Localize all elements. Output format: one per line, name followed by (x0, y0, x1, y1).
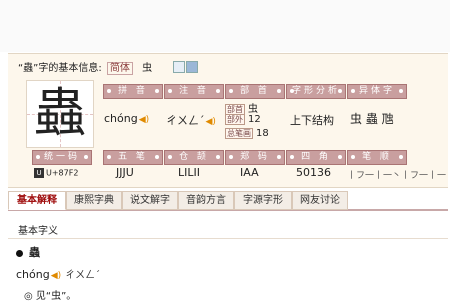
total-strokes-tag: 总笔画 (225, 128, 253, 139)
radical-row: 部首虫 (225, 100, 258, 115)
pinyin-text: chóng (104, 112, 138, 125)
print-icon[interactable] (173, 61, 185, 73)
bishun-header: 笔 顺 (347, 150, 407, 165)
bullet-icon (16, 249, 23, 257)
unicode-icon: U (34, 168, 44, 178)
tab-shuowen[interactable]: 说文解字 (122, 191, 178, 210)
strokes-outside-row: 部外 12 (225, 114, 261, 125)
page-top-area (0, 0, 450, 52)
entry-heading: 蟲 (16, 244, 40, 260)
info-title-text: “蟲”字的基本信息: (18, 63, 102, 74)
simplified-tag: 简体 (106, 62, 133, 75)
sijiao-value: 50136 (296, 166, 331, 179)
entry-zhuyin: ㄔㄨㄥˊ (65, 270, 101, 281)
bushou-header: 部 首 (225, 84, 285, 99)
zixing-header: 字形分析 (286, 84, 346, 99)
tab-etymology[interactable]: 字源字形 (234, 191, 292, 210)
entry-char: 蟲 (29, 246, 40, 259)
cangjie-value: LILII (178, 166, 200, 179)
unicode-value: U U+87F2 (34, 168, 78, 178)
share-icon[interactable] (186, 61, 198, 73)
tab-phonology[interactable]: 音韵方言 (178, 191, 234, 210)
variant-chars[interactable]: 虫 蟲 虺 (350, 110, 394, 127)
tab-basic[interactable]: 基本解释 (8, 191, 66, 210)
speaker-icon[interactable]: ◀) (51, 271, 61, 281)
pinyin-header: 拼 音 (103, 84, 163, 99)
info-title: “蟲”字的基本信息: 简体 虫 (18, 59, 152, 75)
total-strokes-value: 18 (256, 128, 269, 139)
unicode-text: U+87F2 (46, 168, 79, 178)
zhengma-header: 郑 码 (225, 150, 285, 165)
wubi-value: JJJU (116, 166, 134, 179)
cangjie-header: 仓 颉 (164, 150, 224, 165)
zhuyin-value: ㄔㄨㄥˊ◀) (166, 112, 216, 128)
simplified-char-link[interactable]: 虫 (142, 63, 152, 74)
zixing-value: 上下结构 (290, 114, 334, 127)
sijiao-header: 四 角 (286, 150, 346, 165)
strokes-outside-value: 12 (248, 114, 261, 125)
wubi-header: 五 笔 (103, 150, 163, 165)
character-display: 蟲 (26, 80, 94, 148)
entry-pinyin: chóng (16, 268, 50, 281)
big-character: 蟲 (33, 84, 86, 144)
zhuyin-header: 注 音 (164, 84, 224, 99)
zhuyin-text: ㄔㄨㄥˊ (166, 114, 205, 127)
speaker-icon[interactable]: ◀) (139, 115, 149, 125)
speaker-icon[interactable]: ◀) (206, 117, 216, 127)
entry-pronunciation: chóng◀) ㄔㄨㄥˊ (16, 266, 100, 281)
section-title: 基本字义 (18, 226, 58, 237)
tab-kangxi[interactable]: 康熙字典 (66, 191, 122, 210)
strokes-outside-tag: 部外 (225, 114, 245, 125)
total-strokes-row: 总笔画 18 (225, 128, 269, 139)
definition-tabs: 基本解释 康熙字典 说文解字 音韵方言 字源字形 网友讨论 (8, 191, 448, 211)
tab-discussion[interactable]: 网友讨论 (292, 191, 348, 210)
stroke-order-value: 丨フ一丨一丶丨フ一丨一丶丨フ一丨一丶 (347, 171, 447, 181)
pinyin-value: chóng◀) (104, 112, 149, 125)
tongyima-header: 统一码 (32, 150, 92, 165)
zhengma-value: IAA (240, 166, 259, 179)
divider (8, 238, 448, 239)
yiti-header: 异体字 (347, 84, 407, 99)
